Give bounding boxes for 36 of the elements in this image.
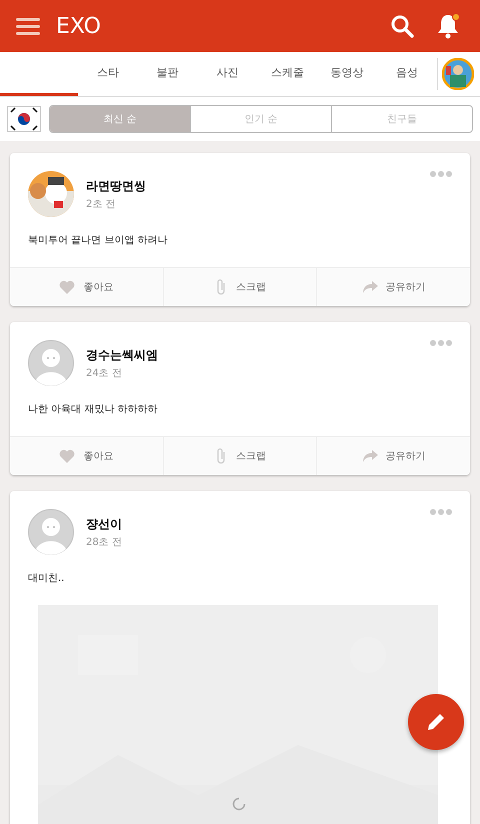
share-icon (362, 280, 378, 294)
action-button[interactable]: 스크랩 (162, 437, 316, 475)
menu-icon[interactable] (16, 16, 40, 36)
tab[interactable]: 음성 (377, 52, 437, 96)
post-text: 대미친.. (27, 572, 66, 586)
tab[interactable]: 스케줄 (257, 52, 318, 96)
action-button[interactable]: 공유하기 (316, 437, 470, 475)
post-text: 북미투어 끝나면 브이앱 하려나 (27, 234, 169, 248)
pencil-icon (425, 711, 447, 733)
flag-icon[interactable] (7, 106, 41, 132)
action-button[interactable]: 공유하기 (316, 268, 470, 306)
author-name[interactable]: 경수는쎅씨엠 (86, 346, 418, 364)
avatar-icon[interactable] (28, 509, 74, 555)
action-button[interactable]: 좋아요 (10, 268, 163, 306)
tab[interactable]: 불판 (138, 52, 198, 96)
avatar-icon[interactable] (28, 340, 74, 386)
more-icon[interactable] (430, 340, 452, 346)
tab[interactable]: 스타 (78, 52, 138, 96)
action-button[interactable]: 좋아요 (10, 437, 163, 475)
more-icon[interactable] (430, 171, 452, 177)
post-time: 28초 전 (86, 536, 123, 548)
heart-icon (59, 449, 76, 463)
author-name[interactable]: 쟝선이 (86, 516, 418, 532)
post-text: 나한 아육대 재밌나 하하하하 (27, 403, 159, 417)
tab[interactable]: 사진 (198, 52, 258, 96)
share-icon (362, 449, 378, 463)
search-icon[interactable] (390, 14, 414, 38)
bell-icon[interactable] (436, 13, 460, 39)
action-button[interactable]: 스크랩 (162, 268, 316, 306)
app-title: EXO (56, 14, 101, 38)
author-name[interactable]: 라면땅면씽 (86, 178, 418, 194)
post-time: 24초 전 (86, 366, 123, 380)
post-time: 2초 전 (86, 198, 117, 210)
heart-icon (59, 280, 76, 294)
tab[interactable]: 동영상 (317, 52, 378, 96)
more-icon[interactable] (430, 509, 452, 515)
